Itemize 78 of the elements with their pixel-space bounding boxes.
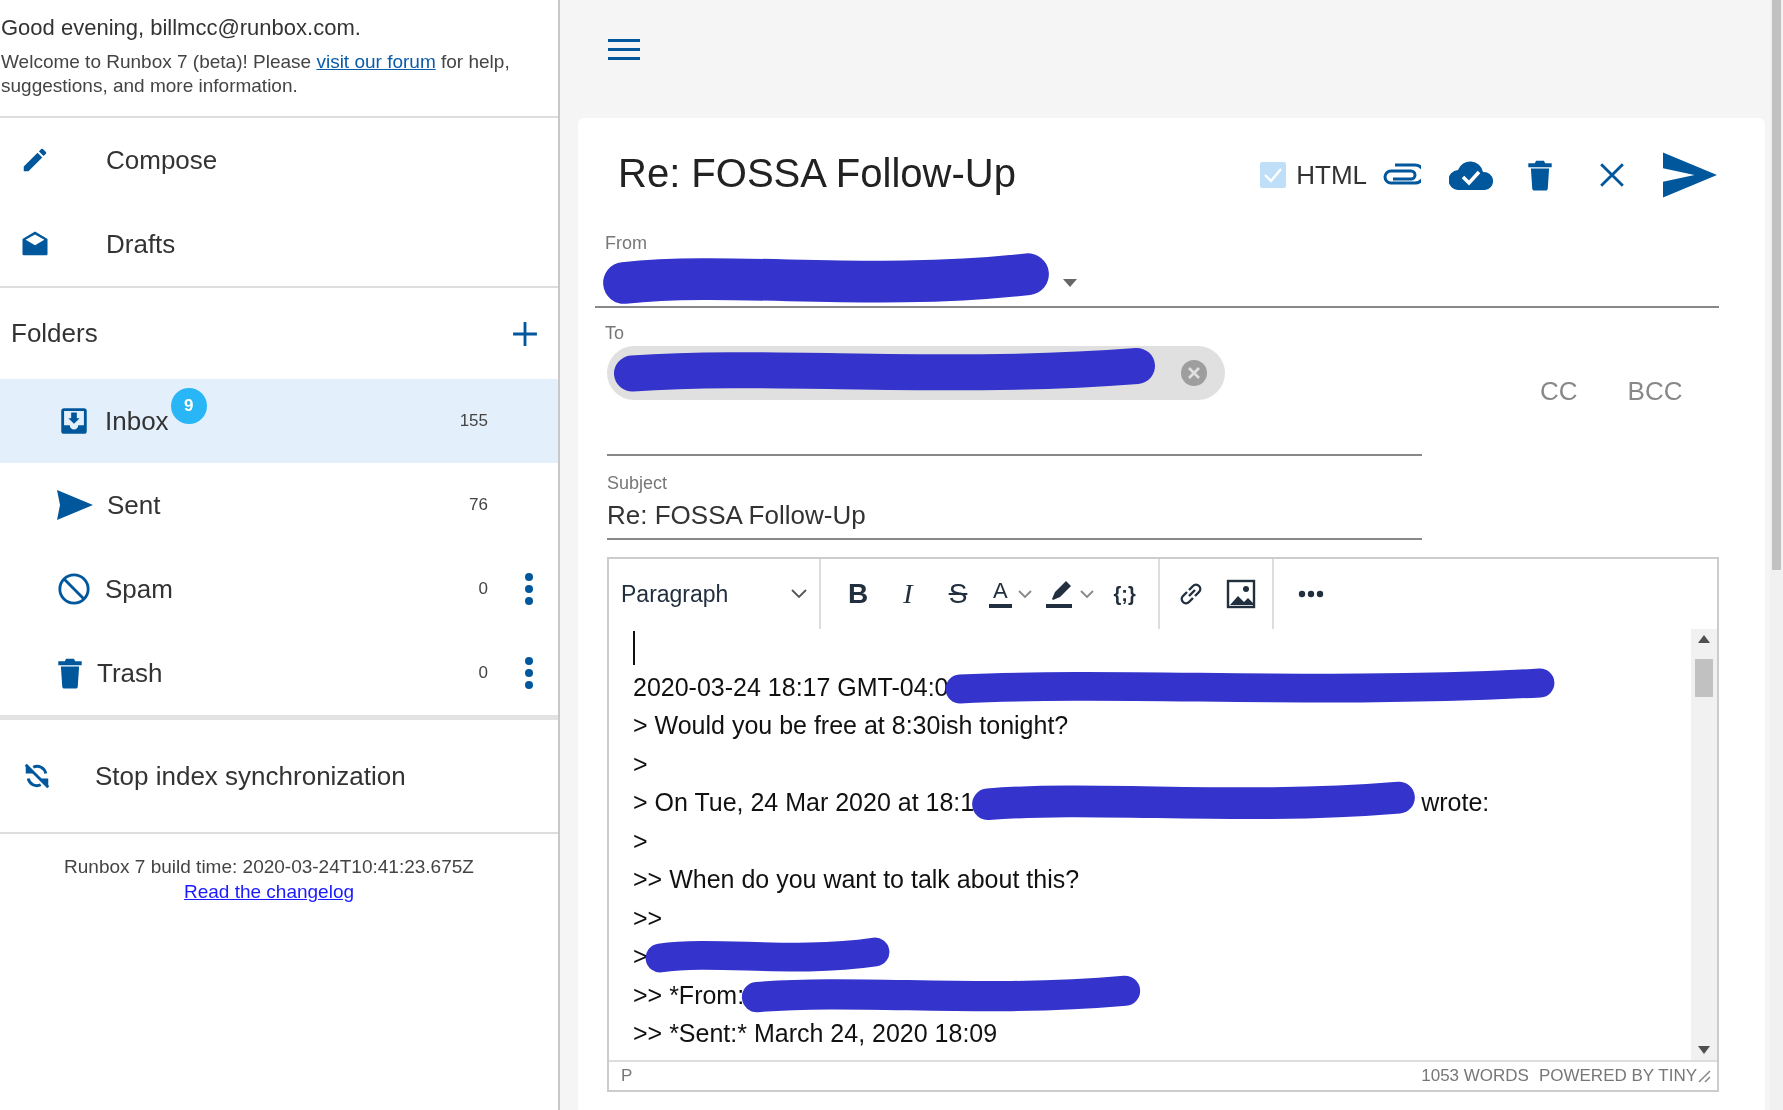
bold-button[interactable]: B (835, 571, 881, 617)
email-text-line: wrote: (1421, 787, 1490, 818)
email-text-line: >> When do you want to talk about this? (633, 864, 1080, 895)
check-icon (1263, 167, 1284, 183)
trash-icon (57, 657, 83, 689)
subject-field[interactable]: Re: FOSSA Follow-Up (607, 494, 1422, 540)
scrollbar[interactable] (1770, 0, 1783, 1110)
message-count: 0 (478, 578, 488, 601)
bcc-toggle[interactable]: BCC (1627, 372, 1683, 411)
scrollbar-thumb[interactable] (1772, 0, 1781, 570)
changelog-link[interactable]: Read the changelog (183, 881, 355, 902)
message-count: 0 (478, 662, 488, 685)
email-text-line: > (633, 941, 648, 972)
from-field[interactable] (595, 254, 1719, 308)
folders-heading: Folders (11, 317, 98, 350)
highlighter-icon (1043, 579, 1074, 609)
paperclip-icon[interactable] (1383, 163, 1421, 187)
add-folder-icon[interactable] (512, 320, 538, 347)
cc-toggle[interactable]: CC (1540, 372, 1578, 411)
html-label: HTML (1296, 158, 1367, 192)
build-info-text: Runbox 7 build time: 2020-03-24T10:41:23.675Z (63, 855, 475, 879)
email-text-line: > (633, 825, 648, 857)
blocked-icon (57, 572, 91, 606)
editor-scrollbar[interactable] (1691, 629, 1717, 1060)
text-cursor (633, 631, 635, 666)
greeting-text: Good evening, billmcc@runbox.com. (0, 14, 362, 42)
resize-handle-icon[interactable] (1697, 1069, 1711, 1083)
email-text-line: 2020-03-24 18:17 GMT-04:0 (633, 671, 949, 703)
chevron-down-icon (791, 589, 807, 599)
sync-off-icon (22, 761, 52, 791)
more-horizontal-icon (1297, 590, 1324, 598)
folder-item[interactable]: Inbox 9 155 (0, 379, 558, 463)
image-icon (1225, 579, 1256, 609)
trash-icon[interactable] (1527, 159, 1553, 191)
menu-button[interactable] (608, 39, 640, 61)
folder-item[interactable]: Spam 0 (0, 547, 558, 631)
message-title: Re: FOSSA Follow-Up (617, 150, 1017, 197)
sidebar-item[interactable]: Compose (0, 118, 558, 202)
close-icon[interactable] (1599, 162, 1625, 188)
email-text-line: >> (633, 902, 663, 934)
welcome-text: Welcome to Runbox 7 (beta)! Please visit our forum for help, suggestions, and more information. (0, 50, 511, 98)
folder-item[interactable]: Sent 76 (0, 463, 558, 547)
email-text-line: > (633, 748, 648, 780)
more-vertical-icon[interactable] (524, 657, 534, 689)
email-text-line: > Would you be free at 8:30ish tonight? (633, 710, 1069, 741)
message-count: 155 (459, 410, 488, 433)
branding-text: POWERED BY TINY (1538, 1065, 1697, 1088)
forum-link[interactable]: visit our forum (316, 51, 436, 72)
field-label: To (605, 322, 625, 344)
html-checkbox[interactable] (1260, 162, 1287, 188)
scroll-down-icon (1698, 1046, 1710, 1054)
more-vertical-icon[interactable] (524, 573, 534, 605)
strikethrough-button[interactable]: S (935, 571, 981, 617)
dropdown-caret-icon (1063, 279, 1077, 287)
unread-badge: 9 (170, 387, 207, 424)
cloud-check-icon[interactable] (1449, 160, 1493, 190)
block-format-dropdown[interactable]: Paragraph (609, 576, 819, 612)
folder-item[interactable]: Trash 0 (0, 631, 558, 715)
scroll-up-icon (1698, 635, 1710, 643)
code-sample-button[interactable]: {;} (1101, 571, 1148, 617)
chevron-down-icon (1079, 589, 1094, 599)
email-text-line: >> *From: (633, 979, 745, 1011)
field-label: From (605, 232, 648, 254)
word-count: 1053 WORDS (1421, 1065, 1529, 1088)
send-icon (57, 490, 93, 520)
chevron-down-icon (1017, 589, 1032, 599)
sidebar-item[interactable]: Drafts (0, 202, 558, 286)
italic-button[interactable]: I (885, 571, 931, 617)
message-count: 76 (469, 494, 488, 517)
email-text-line: > On Tue, 24 Mar 2020 at 18:1 (633, 787, 975, 818)
sync-action[interactable]: Stop index synchronization (0, 720, 558, 832)
scrollbar-thumb[interactable] (1695, 659, 1713, 697)
element-path: P (621, 1065, 633, 1088)
email-text-line: >> *Sent:* March 24, 2020 18:09 (633, 1018, 998, 1049)
field-label: Subject (607, 472, 669, 494)
send-icon[interactable] (1663, 152, 1717, 198)
recipient-chip[interactable] (607, 346, 1225, 400)
text-color-button[interactable]: A (985, 571, 1036, 617)
